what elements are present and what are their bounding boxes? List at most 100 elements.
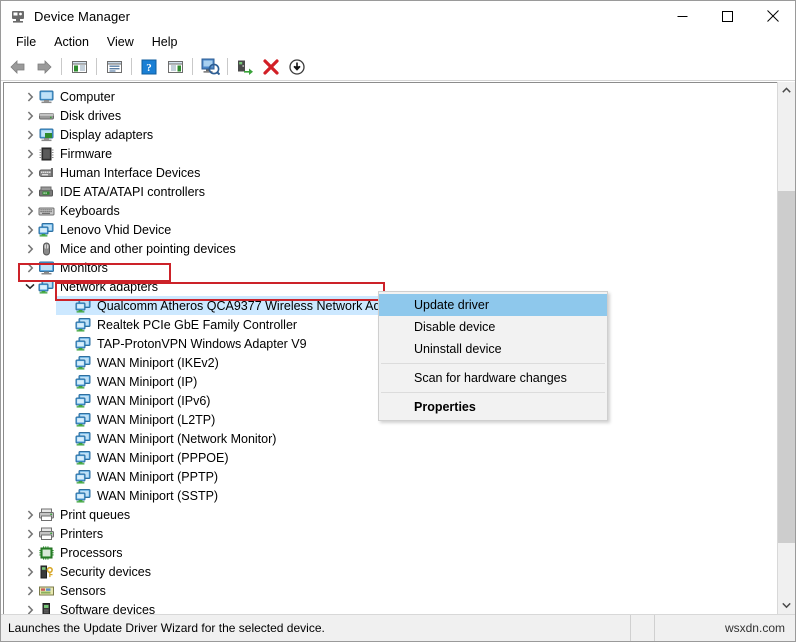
tree-item[interactable]: Display adapters	[4, 125, 777, 144]
printer-icon	[38, 507, 55, 523]
network-adapter-icon	[75, 488, 92, 504]
close-button[interactable]	[750, 1, 795, 31]
scrollbar-track[interactable]	[778, 99, 795, 597]
menu-bar: File Action View Help	[1, 31, 795, 53]
menu-view[interactable]: View	[98, 33, 143, 51]
context-menu[interactable]: Update driver Disable deviceUninstall dev…	[378, 291, 608, 421]
tree-item-label: Printers	[60, 527, 103, 541]
title-bar: Device Manager	[1, 1, 795, 31]
chevron-down-icon[interactable]	[22, 279, 38, 295]
tree-item[interactable]: IDE ATA/ATAPI controllers	[4, 182, 777, 201]
chevron-right-icon[interactable]	[22, 184, 38, 200]
properties-icon[interactable]	[102, 55, 126, 78]
tree-item-label: Firmware	[60, 147, 112, 161]
chevron-right-icon[interactable]	[22, 260, 38, 276]
chevron-right-icon[interactable]	[22, 165, 38, 181]
menu-file[interactable]: File	[7, 33, 45, 51]
vertical-scrollbar[interactable]	[777, 82, 795, 614]
forward-icon[interactable]	[32, 55, 56, 78]
tree-item-label: WAN Miniport (Network Monitor)	[97, 432, 276, 446]
ide-controller-icon	[38, 184, 55, 200]
tree-item[interactable]: Firmware	[4, 144, 777, 163]
tree-item[interactable]: Print queues	[4, 505, 777, 524]
chevron-right-icon[interactable]	[22, 545, 38, 561]
tree-spacer	[59, 393, 75, 409]
help-icon[interactable]: ?	[137, 55, 161, 78]
show-hide-console-tree-icon[interactable]	[67, 55, 91, 78]
device-tree-pane[interactable]: ComputerDisk drives Display adapters Firmw…	[3, 82, 777, 614]
chevron-right-icon[interactable]	[22, 203, 38, 219]
back-icon[interactable]	[6, 55, 30, 78]
chevron-right-icon[interactable]	[22, 146, 38, 162]
tree-item[interactable]: Computer	[4, 87, 777, 106]
context-menu-item[interactable]: Disable device	[379, 316, 607, 338]
chevron-right-icon[interactable]	[22, 602, 38, 615]
network-adapter-icon	[38, 279, 55, 295]
watermark: wsxdn.com	[655, 615, 795, 641]
context-menu-item[interactable]: Update driver	[379, 294, 607, 316]
tree-item[interactable]: Disk drives	[4, 106, 777, 125]
tree-spacer	[59, 488, 75, 504]
printer-icon	[38, 526, 55, 542]
tree-item-label: Qualcomm Atheros QCA9377 Wireless Networ…	[97, 299, 409, 313]
tree-item[interactable]: WAN Miniport (SSTP)	[4, 486, 777, 505]
processor-icon	[38, 545, 55, 561]
tree-item[interactable]: WAN Miniport (Network Monitor)	[4, 429, 777, 448]
tree-spacer	[59, 412, 75, 428]
minimize-button[interactable]	[660, 1, 705, 31]
scroll-down-arrow-icon[interactable]	[778, 597, 795, 614]
scrollbar-thumb[interactable]	[778, 191, 795, 543]
chevron-right-icon[interactable]	[22, 108, 38, 124]
status-bar: Launches the Update Driver Wizard for th…	[1, 614, 795, 641]
network-adapter-icon	[75, 317, 92, 333]
sensor-icon	[38, 583, 55, 599]
chevron-right-icon[interactable]	[22, 583, 38, 599]
context-menu-item-label: Update driver	[414, 298, 489, 312]
menu-help[interactable]: Help	[143, 33, 187, 51]
tree-item-label: IDE ATA/ATAPI controllers	[60, 185, 205, 199]
network-adapter-icon	[75, 412, 92, 428]
context-menu-item[interactable]: Uninstall device	[379, 338, 607, 360]
show-hide-action-pane-icon[interactable]	[163, 55, 187, 78]
uninstall-device-icon[interactable]	[259, 55, 283, 78]
tree-item[interactable]: Printers	[4, 524, 777, 543]
tree-item[interactable]: Mice and other pointing devices	[4, 239, 777, 258]
toolbar-separator	[61, 58, 62, 75]
tree-item[interactable]: Processors	[4, 543, 777, 562]
tree-item-label: Software devices	[60, 603, 155, 615]
chevron-right-icon[interactable]	[22, 89, 38, 105]
tree-item[interactable]: Security devices	[4, 562, 777, 581]
network-adapter-icon	[75, 431, 92, 447]
tree-item[interactable]: Lenovo Vhid Device	[4, 220, 777, 239]
tree-item[interactable]: Human Interface Devices	[4, 163, 777, 182]
tree-item[interactable]: Monitors	[4, 258, 777, 277]
toolbar-separator	[192, 58, 193, 75]
maximize-button[interactable]	[705, 1, 750, 31]
chevron-right-icon[interactable]	[22, 507, 38, 523]
chevron-right-icon[interactable]	[22, 241, 38, 257]
disable-device-icon[interactable]	[285, 55, 309, 78]
tree-item[interactable]: Software devices	[4, 600, 777, 614]
chevron-right-icon[interactable]	[22, 222, 38, 238]
scroll-up-arrow-icon[interactable]	[778, 82, 795, 99]
tree-item[interactable]: Keyboards	[4, 201, 777, 220]
context-menu-item[interactable]: Scan for hardware changes	[379, 367, 607, 389]
context-menu-item[interactable]: Properties	[379, 396, 607, 418]
chevron-right-icon[interactable]	[22, 526, 38, 542]
tree-item[interactable]: WAN Miniport (PPTP)	[4, 467, 777, 486]
toolbar-separator	[131, 58, 132, 75]
network-adapter-icon	[75, 469, 92, 485]
chevron-right-icon[interactable]	[22, 127, 38, 143]
context-menu-separator	[381, 363, 605, 364]
tree-item[interactable]: Sensors	[4, 581, 777, 600]
chevron-right-icon[interactable]	[22, 564, 38, 580]
tree-item-label: Display adapters	[60, 128, 153, 142]
window-controls	[660, 1, 795, 31]
scan-for-hardware-changes-icon[interactable]	[198, 55, 222, 78]
update-driver-icon[interactable]	[233, 55, 257, 78]
tree-item-label: Monitors	[60, 261, 108, 275]
network-adapter-icon	[75, 374, 92, 390]
network-adapter-icon	[75, 450, 92, 466]
menu-action[interactable]: Action	[45, 33, 98, 51]
tree-item[interactable]: WAN Miniport (PPPOE)	[4, 448, 777, 467]
